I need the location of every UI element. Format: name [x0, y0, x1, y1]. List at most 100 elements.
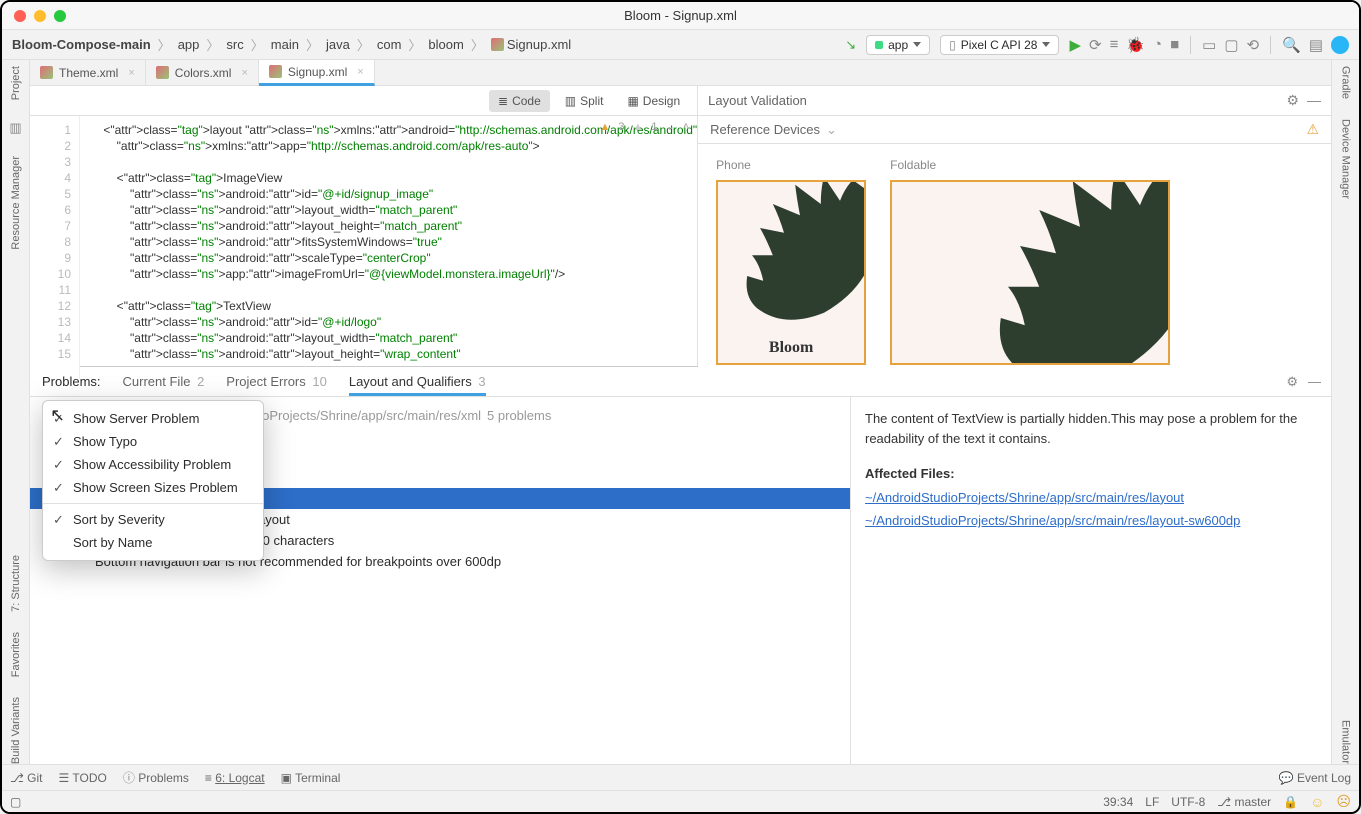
- breadcrumb-item[interactable]: app: [178, 37, 200, 52]
- minimize-window-button[interactable]: [34, 10, 46, 22]
- navigation-bar: Bloom-Compose-main〉app〉src〉main〉java〉com…: [2, 30, 1359, 60]
- tool-todo[interactable]: ☰ TODO: [59, 771, 107, 785]
- git-branch[interactable]: ⎇ master: [1217, 795, 1271, 809]
- warning-icon[interactable]: ⚠: [1306, 121, 1319, 138]
- minimize-icon[interactable]: —: [1308, 374, 1321, 390]
- sync-icon[interactable]: ⟲: [1247, 36, 1260, 54]
- tool-terminal[interactable]: ▣ Terminal: [281, 771, 341, 785]
- affected-file-link[interactable]: ~/AndroidStudioProjects/Shrine/app/src/m…: [865, 488, 1317, 508]
- ide-happy-icon[interactable]: ☺: [1310, 794, 1324, 810]
- context-menu-item[interactable]: Show Server Problem: [43, 407, 263, 430]
- tool-logcat[interactable]: ≡ 6: Logcat: [205, 771, 265, 785]
- view-mode-design[interactable]: ▦ Design: [618, 90, 689, 112]
- build-icon[interactable]: ↘: [845, 37, 856, 53]
- context-menu-item[interactable]: Show Accessibility Problem: [43, 453, 263, 476]
- account-avatar[interactable]: [1331, 36, 1349, 54]
- apply-code-icon[interactable]: ≡: [1110, 36, 1119, 53]
- tool-gradle[interactable]: Gradle: [1340, 66, 1352, 99]
- chevron-up-icon[interactable]: ˄: [683, 121, 689, 133]
- preview-canvas[interactable]: Phone Bloom Foldable: [698, 144, 1331, 379]
- ide-sad-icon[interactable]: ☹: [1336, 793, 1351, 810]
- sdk-manager-icon[interactable]: ▢: [1224, 36, 1238, 54]
- editor-tab[interactable]: Theme.xml×: [30, 60, 146, 85]
- close-icon[interactable]: ×: [128, 67, 134, 79]
- avd-manager-icon[interactable]: ▭: [1202, 36, 1216, 54]
- problems-tab[interactable]: Current File 2: [123, 374, 205, 393]
- chevron-down-icon[interactable]: ⌄: [665, 120, 674, 133]
- settings-icon[interactable]: ⚙: [1286, 374, 1298, 390]
- editor-tab[interactable]: Signup.xml×: [259, 60, 375, 86]
- affected-file-link[interactable]: ~/AndroidStudioProjects/Shrine/app/src/m…: [865, 511, 1317, 531]
- tool-window-button-icon[interactable]: ▢: [10, 795, 21, 809]
- cursor-position[interactable]: 39:34: [1103, 795, 1133, 809]
- editor-tab[interactable]: Colors.xml×: [146, 60, 259, 85]
- minimize-icon[interactable]: —: [1307, 92, 1321, 109]
- lock-icon[interactable]: 🔒: [1283, 795, 1298, 809]
- tool-device-manager[interactable]: Device Manager: [1340, 119, 1352, 199]
- breadcrumb-item[interactable]: java: [326, 37, 350, 52]
- tool-resource-manager[interactable]: Resource Manager: [10, 156, 22, 250]
- view-mode-code[interactable]: ≣ Code: [489, 90, 550, 112]
- context-menu-item[interactable]: Show Typo: [43, 430, 263, 453]
- apply-changes-icon[interactable]: ⟳: [1089, 36, 1102, 54]
- profiler-icon[interactable]: ◔: [1153, 36, 1162, 53]
- code-editor[interactable]: 123456789101112131415 <"attr">class="tag…: [30, 116, 697, 379]
- titlebar: Bloom - Signup.xml: [2, 2, 1359, 30]
- context-menu-item[interactable]: Sort by Name: [43, 531, 263, 554]
- breadcrumb-item[interactable]: src: [226, 37, 243, 52]
- run-config-selector[interactable]: app: [866, 35, 930, 55]
- file-icon: [269, 65, 282, 78]
- breadcrumb-item[interactable]: com: [377, 37, 402, 52]
- close-icon[interactable]: ×: [357, 66, 363, 78]
- chevron-down-icon: [1042, 42, 1050, 47]
- settings-icon[interactable]: ▤: [1309, 36, 1323, 54]
- tool-git[interactable]: ⎇ Git: [10, 771, 43, 785]
- settings-icon[interactable]: ⚙: [1286, 92, 1299, 109]
- breadcrumb-item[interactable]: Signup.xml: [491, 37, 571, 52]
- zoom-window-button[interactable]: [54, 10, 66, 22]
- preview-subheader[interactable]: Reference Devices ⌄ ⚠: [698, 116, 1331, 144]
- breadcrumb-item[interactable]: bloom: [428, 37, 463, 52]
- inspection-badges[interactable]: ▲3 ▲1 ⌄ ˄: [599, 120, 689, 133]
- problems-header-label: Problems:: [42, 374, 101, 389]
- tool-structure[interactable]: 7: Structure: [10, 555, 22, 612]
- status-bar: ▢ 39:34 LF UTF-8 ⎇ master 🔒 ☺ ☹: [2, 790, 1359, 812]
- tool-emulator[interactable]: Emulator: [1340, 720, 1352, 764]
- problem-detail-pane: The content of TextView is partially hid…: [851, 397, 1331, 764]
- tool-problems[interactable]: ⓘ Problems: [123, 769, 189, 786]
- code-content[interactable]: <"attr">class="tag">layout "attr">class=…: [80, 116, 697, 379]
- preview-device[interactable]: Foldable: [890, 158, 1170, 365]
- tool-build-variants[interactable]: Build Variants: [10, 697, 22, 764]
- device-selector[interactable]: ▯ Pixel C API 28: [940, 35, 1059, 55]
- run-button[interactable]: ▶: [1069, 36, 1081, 54]
- close-window-button[interactable]: [14, 10, 26, 22]
- chevron-down-icon: ⌄: [826, 122, 837, 138]
- file-encoding[interactable]: UTF-8: [1171, 795, 1205, 809]
- view-mode-split[interactable]: ▥ Split: [556, 90, 613, 112]
- folder-icon[interactable]: ▥: [9, 120, 21, 136]
- close-icon[interactable]: ×: [241, 67, 247, 79]
- problems-tab[interactable]: Project Errors 10: [226, 374, 327, 393]
- problems-list[interactable]: 👁 ⌄ Signup.xml ~/AndroidStudioProjects/S…: [30, 397, 851, 764]
- tool-favorites[interactable]: Favorites: [10, 632, 22, 677]
- context-menu-item[interactable]: Sort by Severity: [43, 508, 263, 531]
- filter-context-menu[interactable]: Show Server ProblemShow TypoShow Accessi…: [42, 400, 264, 561]
- debug-icon[interactable]: 🐞: [1126, 36, 1145, 54]
- device-name-label: Phone: [716, 158, 866, 172]
- device-frame: Bloom: [716, 180, 866, 365]
- breadcrumb-item[interactable]: Bloom-Compose-main: [12, 37, 151, 52]
- breadcrumb-item[interactable]: main: [271, 37, 299, 52]
- problems-tab[interactable]: Layout and Qualifiers 3: [349, 374, 486, 396]
- search-icon[interactable]: 🔍: [1282, 36, 1301, 54]
- stop-icon[interactable]: ■: [1170, 36, 1179, 53]
- tool-project[interactable]: Project: [10, 66, 22, 100]
- tool-event-log[interactable]: 💬 Event Log: [1279, 771, 1351, 785]
- context-menu-item[interactable]: Show Screen Sizes Problem: [43, 476, 263, 499]
- breadcrumb[interactable]: Bloom-Compose-main〉app〉src〉main〉java〉com…: [12, 35, 571, 54]
- file-icon: [491, 38, 504, 51]
- line-separator[interactable]: LF: [1145, 795, 1159, 809]
- window-title: Bloom - Signup.xml: [2, 8, 1359, 23]
- preview-device[interactable]: Phone Bloom: [716, 158, 866, 365]
- bloom-logo-text: Bloom: [718, 339, 864, 357]
- problems-panel: Problems: Current File 2 Project Errors 1…: [30, 366, 1331, 764]
